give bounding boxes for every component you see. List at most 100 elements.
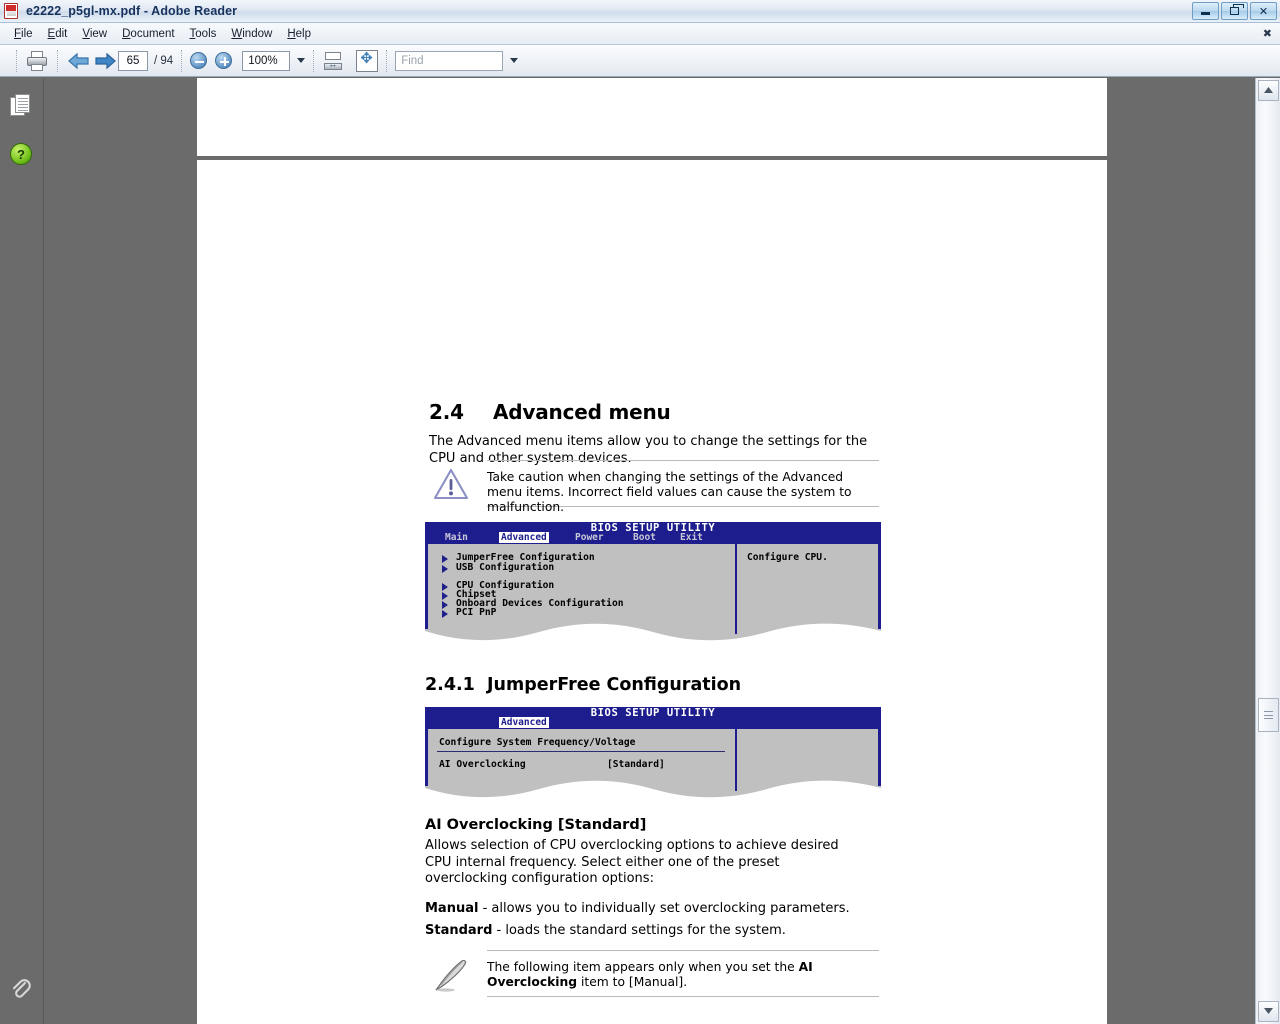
fit-page-icon [356,49,379,72]
page-number-input[interactable]: 65 [118,50,148,71]
caution-text: Take caution when changing the settings … [487,470,852,514]
zoom-out-icon [190,52,208,69]
main-toolbar: 65 / 94 100% Find [0,45,1280,77]
bios-body: Configure System Frequency/Voltage AI Ov… [425,729,881,779]
page-previous [197,78,1107,156]
ai-overclocking-heading: AI Overclocking [Standard] [425,817,647,833]
bios-menu-item-pcipnp[interactable]: PCI PnP [456,607,496,618]
option-manual-name: Manual [425,901,479,916]
bios-screen-jumperfree: BIOS SETUP UTILITY Advanced Configure Sy… [425,707,881,798]
next-page-button[interactable] [92,49,118,73]
help-button[interactable]: ? [10,143,32,165]
zoom-in-button[interactable] [215,52,233,69]
vertical-scrollbar[interactable] [1255,78,1280,1024]
bios-divider [437,751,725,752]
bios-tab-strip: Advanced [425,717,881,729]
note-text-after: item to [Manual]. [577,975,688,989]
bios-submenu-arrow-icon [442,601,448,609]
document-viewport[interactable]: 2.4 Advanced menu The Advanced menu items… [45,78,1255,1024]
toolbar-separator [57,49,58,72]
menu-item-help[interactable]: Help [280,26,319,42]
bios-submenu-arrow-icon [442,592,448,600]
chevron-down-icon[interactable] [297,58,306,63]
window-titlebar: e2222_p5gl-mx.pdf - Adobe Reader ✕ [0,0,1280,23]
bios-field-value[interactable]: [Standard] [607,759,665,770]
window-title: e2222_p5gl-mx.pdf - Adobe Reader [26,4,238,18]
option-standard: Standard - loads the standard settings f… [425,923,865,940]
print-icon [25,50,49,72]
previous-page-icon [68,52,89,69]
bios-screen-advanced: BIOS SETUP UTILITY Main Advanced Power B… [425,522,881,641]
menu-item-file[interactable]: File [7,26,41,42]
zoom-in-icon [215,52,233,69]
pdf-document-icon [4,3,20,19]
scroll-down-button[interactable] [1258,1001,1279,1022]
bios-tab-boot[interactable]: Boot [633,532,656,543]
help-icon: ? [10,143,32,165]
bios-header: BIOS SETUP UTILITY Main Advanced Power B… [425,522,881,544]
option-manual-desc: - allows you to individually set overclo… [478,901,850,916]
chevron-down-icon [1264,1008,1273,1014]
bios-body: JumperFree Configuration USB Configurati… [425,544,881,622]
toolbar-separator [181,49,183,72]
zoom-out-button[interactable] [190,52,208,69]
option-standard-desc: - loads the standard settings for the sy… [492,923,786,938]
menu-item-tools[interactable]: Tools [183,26,225,42]
next-page-icon [95,52,116,69]
fit-page-button[interactable] [356,49,379,72]
bios-field-label[interactable]: AI Overclocking [439,759,526,770]
window-controls: ✕ [1192,2,1277,20]
option-manual: Manual - allows you to individually set … [425,901,865,918]
bios-submenu-arrow-icon [442,555,448,563]
pen-note-icon [431,956,473,994]
bios-menu-item-usb[interactable]: USB Configuration [456,562,554,573]
menu-item-edit[interactable]: Edit [41,26,76,42]
bios-header: BIOS SETUP UTILITY Advanced [425,707,881,729]
subsection-heading: 2.4.1 JumperFree Configuration [425,675,742,695]
bios-tab-main[interactable]: Main [445,532,468,543]
bios-tab-exit[interactable]: Exit [680,532,703,543]
section-intro-text: The Advanced menu items allow you to cha… [429,434,868,466]
menu-item-document[interactable]: Document [115,26,182,42]
toolbar-separator [313,49,315,72]
section-heading: 2.4 Advanced menu [429,400,671,424]
search-options-chevron-icon[interactable] [510,58,519,63]
menu-bar: File Edit View Document Tools Window Hel… [0,23,1280,45]
bios-tab-strip: Main Advanced Power Boot Exit [425,532,881,544]
note-text-before: The following item appears only when you… [487,960,799,974]
navigation-pane: ? [0,78,44,1024]
zoom-level-input[interactable]: 100% [242,50,291,71]
close-document-icon[interactable]: ✖ [1263,27,1272,40]
bios-submenu-arrow-icon [442,583,448,591]
bios-tab-advanced[interactable]: Advanced [499,717,549,728]
fit-width-button[interactable] [322,50,344,72]
bios-submenu-arrow-icon [442,610,448,618]
bios-tab-power[interactable]: Power [575,532,604,543]
attachments-button[interactable] [10,978,32,1002]
note-text: The following item appears only when you… [487,960,879,990]
warning-triangle-icon [431,466,473,504]
bios-torn-edge [425,622,881,641]
fit-width-icon [322,50,344,72]
scrollbar-thumb[interactable] [1258,698,1279,732]
paperclip-icon [10,978,32,1002]
toolbar-separator [386,49,388,72]
bios-help-text: Configure CPU. [747,552,828,563]
restore-button[interactable] [1221,2,1248,20]
bios-tab-advanced[interactable]: Advanced [499,532,549,543]
option-standard-name: Standard [425,923,493,938]
chevron-up-icon [1264,87,1273,93]
bios-submenu-arrow-icon [442,565,448,573]
minimize-button[interactable] [1192,2,1219,20]
pages-icon [10,94,32,118]
pages-panel-button[interactable] [10,94,32,118]
menu-item-view[interactable]: View [75,26,115,42]
bios-torn-edge [425,779,881,798]
previous-page-button[interactable] [66,49,92,73]
search-input[interactable]: Find [395,50,504,71]
menu-item-window[interactable]: Window [224,26,280,42]
scroll-up-button[interactable] [1258,80,1279,101]
page-total-label: / 94 [154,54,174,67]
close-button[interactable]: ✕ [1250,2,1277,20]
print-button[interactable] [25,50,49,72]
